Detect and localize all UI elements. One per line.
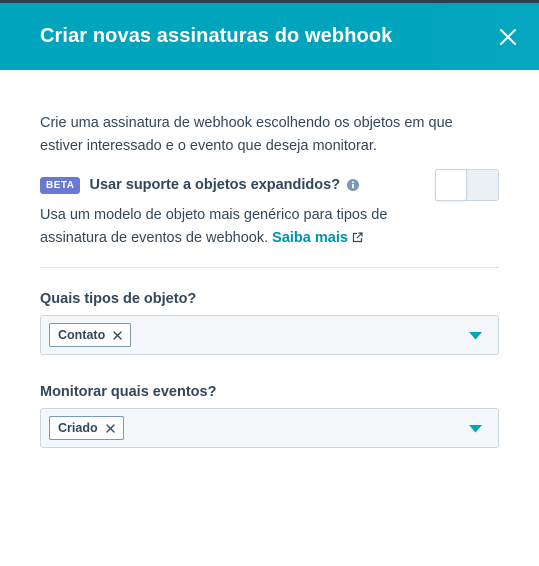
events-select[interactable]: Criado (40, 408, 499, 448)
modal-header: Criar novas assinaturas do webhook (0, 3, 539, 70)
object-type-tag-label: Contato (58, 328, 106, 342)
remove-tag-button[interactable] (113, 330, 122, 340)
expanded-objects-section: BETA Usar suporte a objetos expandidos? … (40, 169, 499, 250)
object-types-select[interactable]: Contato (40, 315, 499, 355)
close-icon (113, 330, 122, 340)
object-types-label: Quais tipos de objeto? (40, 291, 197, 307)
chevron-down-icon[interactable] (469, 425, 482, 433)
expanded-objects-description: Usa um modelo de objeto mais genérico pa… (40, 204, 430, 250)
object-type-tag: Contato (49, 323, 132, 347)
event-tag-label: Criado (58, 421, 98, 435)
close-button[interactable] (497, 26, 519, 48)
modal-title: Criar novas assinaturas do webhook (40, 25, 393, 47)
event-tag: Criado (49, 416, 124, 440)
external-link-icon (352, 232, 363, 243)
events-label: Monitorar quais eventos? (40, 384, 217, 400)
close-icon (500, 28, 516, 45)
beta-badge: BETA (40, 176, 81, 194)
learn-more-link[interactable]: Saiba mais (272, 230, 363, 246)
chevron-down-icon[interactable] (469, 332, 482, 340)
modal-body: Crie uma assinatura de webhook escolhend… (0, 70, 539, 448)
section-divider (40, 267, 499, 268)
expanded-objects-toggle[interactable] (435, 169, 499, 201)
info-icon[interactable] (347, 179, 360, 191)
close-icon (105, 423, 115, 433)
expanded-objects-header: BETA Usar suporte a objetos expandidos? (40, 170, 499, 200)
learn-more-label: Saiba mais (272, 230, 348, 246)
toggle-knob[interactable] (435, 169, 467, 201)
intro-text: Crie uma assinatura de webhook escolhend… (40, 115, 453, 154)
remove-tag-button[interactable] (105, 423, 115, 433)
expanded-objects-label: Usar suporte a objetos expandidos? (89, 177, 341, 193)
